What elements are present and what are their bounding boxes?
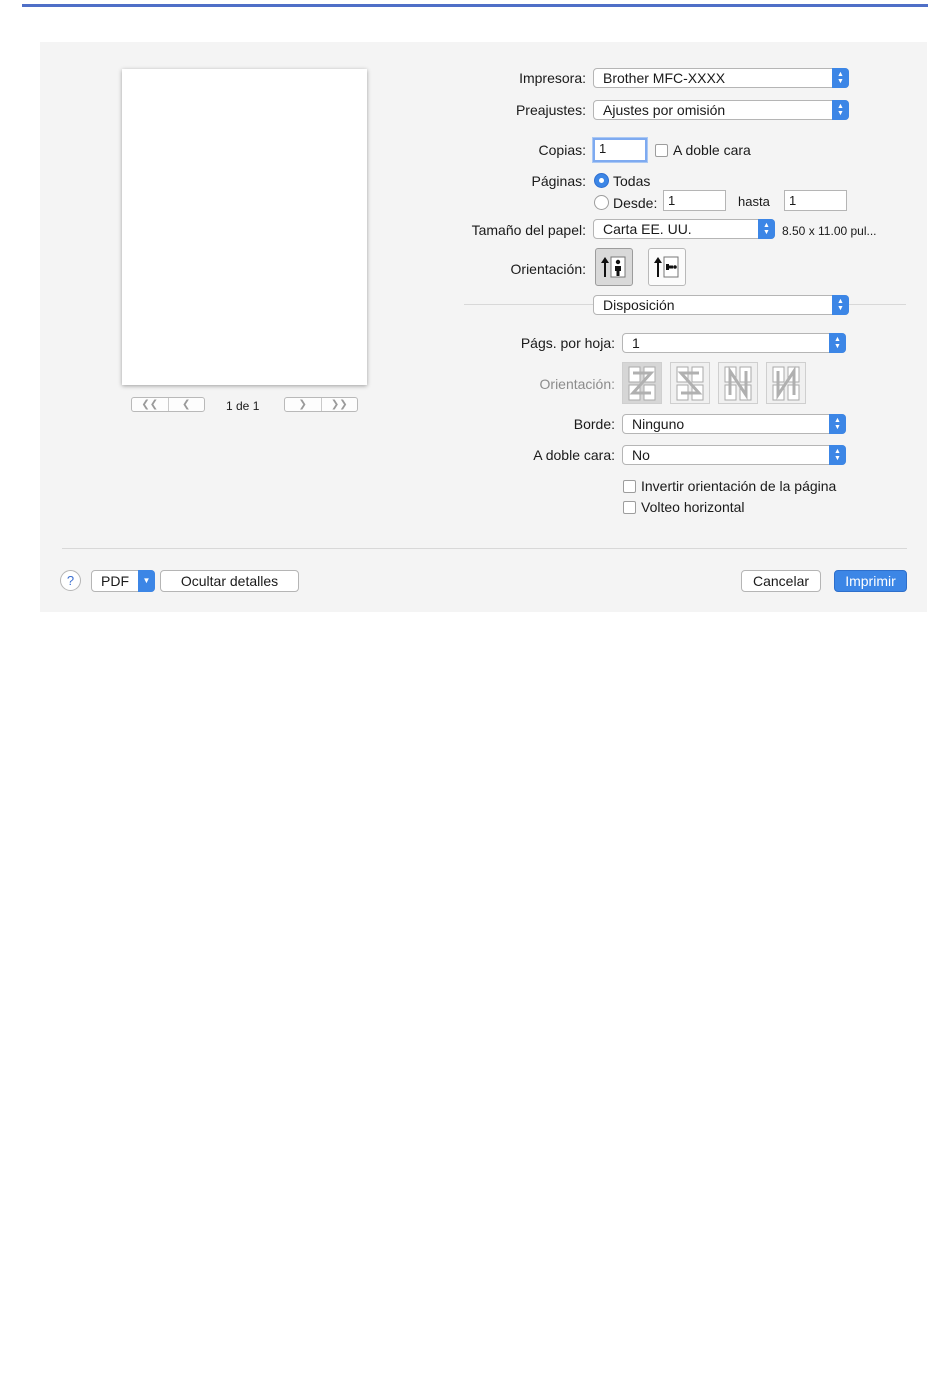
two-sided-select[interactable]: No ▲ ▼ [622,445,846,465]
pages-per-sheet-select[interactable]: 1 ▲ ▼ [622,333,846,353]
hide-details-button[interactable]: Ocultar detalles [160,570,299,592]
updown-chevron-icon: ▲ ▼ [829,333,846,353]
paper-size-label: Tamaño del papel: [471,222,586,238]
presets-label: Preajustes: [515,102,586,118]
orientation-label: Orientación: [510,261,586,277]
two-sided-label: A doble cara: [533,447,615,463]
print-button[interactable]: Imprimir [834,570,907,592]
pages-to-input[interactable]: 1 [784,190,847,211]
pages-from-input[interactable]: 1 [663,190,726,211]
updown-chevron-icon: ▲ ▼ [829,414,846,434]
last-page-icon[interactable]: ❯❯ [320,398,358,411]
updown-chevron-icon: ▲ ▼ [832,295,849,315]
printer-select[interactable]: Brother MFC-XXXX ▲ ▼ [593,68,849,88]
printer-value: Brother MFC-XXXX [603,70,726,86]
pages-range-radio[interactable] [594,195,609,210]
reverse-orientation-checkbox[interactable] [623,480,636,493]
border-value: Ninguno [632,416,685,432]
flip-horizontal-label: Volteo horizontal [641,499,745,515]
preview-back-nav: ❮❮ ❮ [131,397,205,412]
layout-n-reverse-icon[interactable] [718,362,758,404]
portrait-icon[interactable] [595,248,633,286]
footer-divider [62,548,907,549]
paper-size-select[interactable]: Carta EE. UU. ▲ ▼ [593,219,775,239]
two-sided-value: No [632,447,650,463]
duplex-checkbox[interactable] [655,144,668,157]
pdf-menu-button[interactable]: PDF ▼ [91,570,155,592]
updown-chevron-icon: ▲ ▼ [832,68,849,88]
updown-chevron-icon: ▲ ▼ [829,445,846,465]
pages-all-radio[interactable] [594,173,609,188]
paper-size-value: Carta EE. UU. [603,221,692,237]
paper-size-dimensions: 8.50 x 11.00 pul... [782,224,877,238]
preview-forward-nav: ❯ ❯❯ [284,397,358,412]
top-rule [22,4,928,7]
pages-label: Páginas: [531,173,586,189]
copies-input[interactable]: 1 [593,138,647,162]
border-label: Borde: [573,416,615,432]
section-select[interactable]: Disposición ▲ ▼ [593,295,849,315]
copies-label: Copias: [538,142,586,158]
next-page-icon[interactable]: ❯ [285,398,321,411]
page-count: 1 de 1 [226,399,260,413]
presets-select[interactable]: Ajustes por omisión ▲ ▼ [593,100,849,120]
cancel-button[interactable]: Cancelar [741,570,821,592]
page-preview [122,69,367,385]
first-page-icon[interactable]: ❮❮ [132,398,168,411]
duplex-label: A doble cara [673,142,751,158]
flip-horizontal-checkbox[interactable] [623,501,636,514]
reverse-orientation-label: Invertir orientación de la página [641,478,837,494]
pages-per-sheet-value: 1 [632,335,640,351]
pages-to-label: hasta [738,194,770,209]
pdf-label: PDF [101,573,129,589]
layout-n-icon[interactable] [766,362,806,404]
landscape-icon[interactable] [648,248,686,286]
print-dialog: ❮❮ ❮ 1 de 1 ❯ ❯❯ Impresora: Brother MFC-… [40,42,927,612]
pages-from-label: Desde: [613,195,658,211]
presets-value: Ajustes por omisión [603,102,726,118]
border-select[interactable]: Ninguno ▲ ▼ [622,414,846,434]
chevron-down-icon: ▼ [138,570,155,592]
prev-page-icon[interactable]: ❮ [167,398,205,411]
updown-chevron-icon: ▲ ▼ [832,100,849,120]
printer-label: Impresora: [519,70,586,86]
help-button[interactable]: ? [60,570,81,591]
updown-chevron-icon: ▲ ▼ [758,219,775,239]
section-value: Disposición [603,297,675,313]
layout-direction-label: Orientación: [539,376,615,392]
layout-z-icon[interactable] [622,362,662,404]
pages-all-label: Todas [613,173,651,189]
pages-per-sheet-label: Págs. por hoja: [520,335,615,351]
layout-s-icon[interactable] [670,362,710,404]
